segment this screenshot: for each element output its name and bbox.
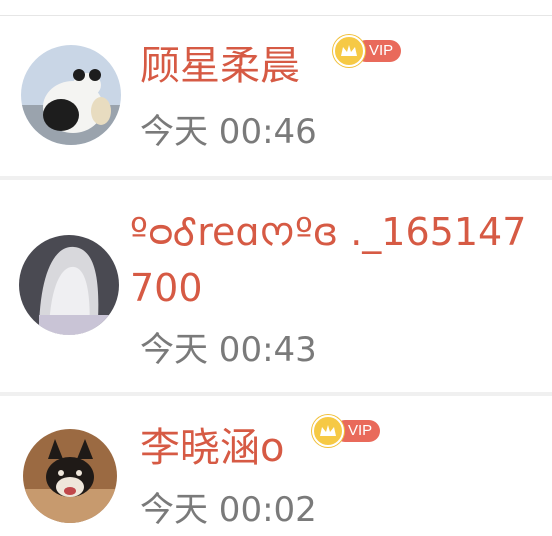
list-item[interactable]: 顾星柔晨 VIP 今天 00:46 <box>0 16 552 176</box>
user-name[interactable]: 李晓涵o <box>140 420 284 476</box>
visit-time: 今天 00:43 <box>140 330 317 370</box>
panda-avatar-icon <box>21 45 121 145</box>
silver-hair-avatar-icon <box>19 235 119 335</box>
visit-time: 今天 00:46 <box>140 112 317 152</box>
visitor-list: 顾星柔晨 VIP 今天 00:46 ºᴑᎴreɑᰔºɞ ._165147700 … <box>0 0 552 536</box>
user-name[interactable]: ºᴑᎴreɑᰔºɞ ._165147700 <box>130 204 545 316</box>
list-item[interactable]: 李晓涵o VIP 今天 00:02 <box>0 396 552 536</box>
crown-icon <box>312 415 344 447</box>
list-item[interactable]: ºᴑᎴreɑᰔºɞ ._165147700 今天 00:43 <box>0 180 552 392</box>
crown-icon <box>333 35 365 67</box>
list-top-divider <box>0 0 552 16</box>
visit-time: 今天 00:02 <box>140 490 317 530</box>
shiba-dog-avatar-icon <box>23 429 117 523</box>
vip-badge: VIP <box>333 35 402 67</box>
avatar[interactable] <box>19 235 119 335</box>
avatar[interactable] <box>23 429 117 523</box>
vip-badge: VIP <box>312 415 381 447</box>
avatar[interactable] <box>21 45 121 145</box>
user-name[interactable]: 顾星柔晨 <box>140 38 300 94</box>
